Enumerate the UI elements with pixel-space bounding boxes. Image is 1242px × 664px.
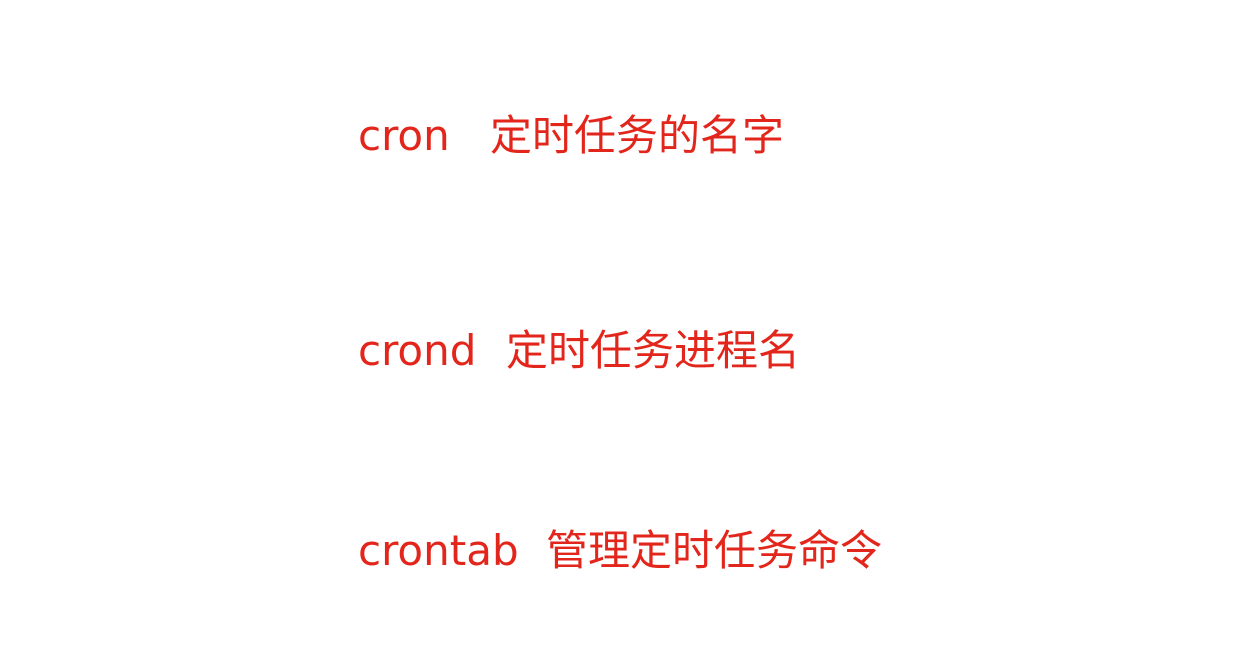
term-label: crond	[358, 326, 477, 375]
term-label: crontab	[358, 526, 519, 575]
term-label: cron	[358, 111, 450, 160]
term-description: 定时任务进程名	[506, 326, 801, 375]
document-page: cron 定时任务的名字 crond 定时任务进程名 crontab 管理定时任务命令	[0, 0, 1242, 664]
term-description: 管理定时任务命令	[546, 526, 883, 575]
definition-line-crond: crond 定时任务进程名	[358, 323, 800, 379]
term-description: 定时任务的名字	[490, 111, 785, 160]
definition-line-cron: cron 定时任务的名字	[358, 108, 784, 164]
definition-line-crontab: crontab 管理定时任务命令	[358, 523, 882, 579]
